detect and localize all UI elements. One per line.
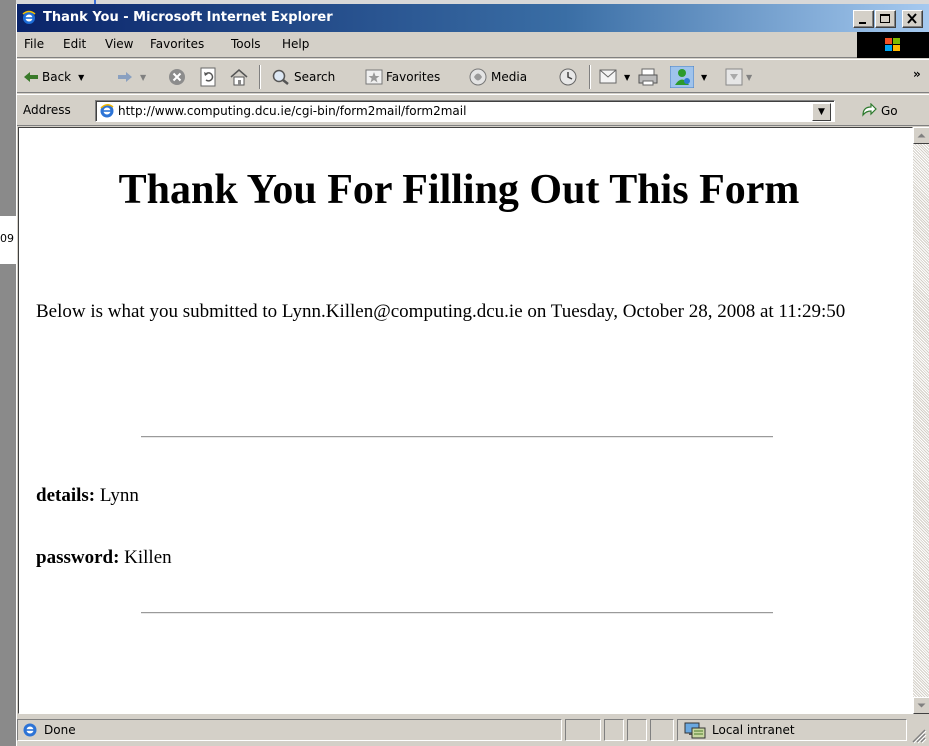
maximize-icon [880,14,890,23]
menu-help[interactable]: Help [282,37,309,51]
favorites-label: Favorites [386,70,441,84]
refresh-button[interactable] [199,67,217,87]
submitted-field: password: Killen [36,547,172,569]
title-bar[interactable]: Thank You - Microsoft Internet Explorer [17,4,929,32]
mail-icon [599,69,617,84]
go-label: Go [881,104,898,118]
status-blank-panel [627,719,647,741]
browser-window: Thank You - Microsoft Internet Explorer … [16,4,929,746]
history-icon [559,68,577,86]
go-button[interactable]: Go [860,103,898,119]
security-zone-panel[interactable]: Local intranet [677,719,907,741]
page-done-icon [23,723,37,737]
page-title: Thank You For Filling Out This Form [118,167,800,213]
forward-button[interactable]: ▼ [117,67,146,87]
horizontal-rule [141,612,773,614]
status-privacy-panel [650,719,674,741]
status-panel: Done [17,719,562,741]
close-icon [907,13,917,24]
menu-edit[interactable]: Edit [63,37,86,51]
page-ie-icon [100,104,114,118]
standard-toolbar: Back ▼ ▼ Search Favorites Media ▼ ▼ ▼ » [17,59,929,93]
favorites-icon [365,69,383,85]
scroll-up-button[interactable] [913,127,929,144]
field-value: Killen [124,547,172,568]
toolbar-separator [259,65,261,89]
menu-bar: File Edit View Favorites Tools Help [17,32,929,58]
resize-grip-icon[interactable] [907,724,927,744]
address-url: http://www.computing.dcu.ie/cgi-bin/form… [118,104,467,118]
media-icon [469,68,487,86]
mail-dropdown-icon: ▼ [624,72,631,82]
intranet-zone-icon [684,722,706,739]
toolbar-separator [589,65,591,89]
minimize-button[interactable] [853,10,874,28]
vertical-scrollbar[interactable] [913,127,929,714]
back-button[interactable]: Back ▼ [23,67,84,87]
print-icon [638,68,658,86]
up-arrow-icon [917,133,926,138]
zone-label: Local intranet [712,723,795,737]
address-dropdown-button[interactable]: ▼ [812,103,831,121]
status-lock-panel [604,719,624,741]
messenger-dropdown-icon: ▼ [701,72,708,82]
home-icon [230,69,248,86]
horizontal-rule [141,436,773,438]
forward-arrow-icon [118,72,132,82]
windows-logo-throbber [857,32,929,58]
menu-favorites[interactable]: Favorites [150,37,204,51]
history-button[interactable] [557,67,579,87]
mail-button[interactable]: ▼ [599,67,630,87]
field-value: Lynn [99,485,139,506]
search-icon [272,69,289,85]
menu-view[interactable]: View [105,37,133,51]
window-title: Thank You - Microsoft Internet Explorer [43,10,333,25]
address-bar: Address http://www.computing.dcu.ie/cgi-… [17,94,929,126]
status-progress-panel [565,719,601,741]
status-text: Done [44,723,76,737]
refresh-icon [200,67,216,87]
search-button[interactable]: Search [271,67,335,87]
discuss-dropdown-icon: ▼ [746,72,753,82]
home-button[interactable] [229,67,249,87]
desktop-fragment-text: 09 [0,232,14,245]
ie-logo-icon [22,10,36,24]
print-button[interactable] [637,67,659,87]
page-content[interactable]: Thank You For Filling Out This Form Belo… [18,127,913,714]
down-arrow-icon [917,703,926,708]
forward-dropdown-icon: ▼ [140,72,147,82]
status-bar: Done Local intranet [17,714,929,746]
menu-file[interactable]: File [24,37,44,51]
media-label: Media [491,70,528,84]
address-input[interactable]: http://www.computing.dcu.ie/cgi-bin/form… [95,100,835,122]
field-label: details: [36,485,96,506]
stop-button[interactable] [167,67,187,87]
search-label: Search [294,70,336,84]
scroll-down-button[interactable] [913,697,929,714]
stop-icon [169,69,185,85]
windows-flag-icon [885,38,900,51]
media-button[interactable]: Media [468,67,527,87]
discuss-icon [725,68,743,86]
go-arrow-icon [862,103,877,117]
back-arrow-icon [24,72,38,82]
submission-intro: Below is what you submitted to Lynn.Kill… [36,301,846,322]
discuss-button[interactable]: ▼ [725,67,752,87]
back-label: Back [42,70,72,84]
field-label: password: [36,547,120,568]
back-dropdown-icon: ▼ [78,72,85,82]
close-button[interactable] [902,10,923,28]
address-label: Address [23,103,71,117]
minimize-icon [859,22,866,24]
submitted-field: details: Lynn [36,485,139,507]
maximize-button[interactable] [875,10,896,28]
menu-tools[interactable]: Tools [231,37,261,51]
messenger-button[interactable]: ▼ [670,66,708,88]
toolbar-overflow-chevron[interactable]: » [913,64,921,84]
favorites-button[interactable]: Favorites [365,67,440,87]
desktop-background [0,0,16,746]
chevron-down-icon: ▼ [818,107,825,117]
messenger-icon [670,66,694,88]
